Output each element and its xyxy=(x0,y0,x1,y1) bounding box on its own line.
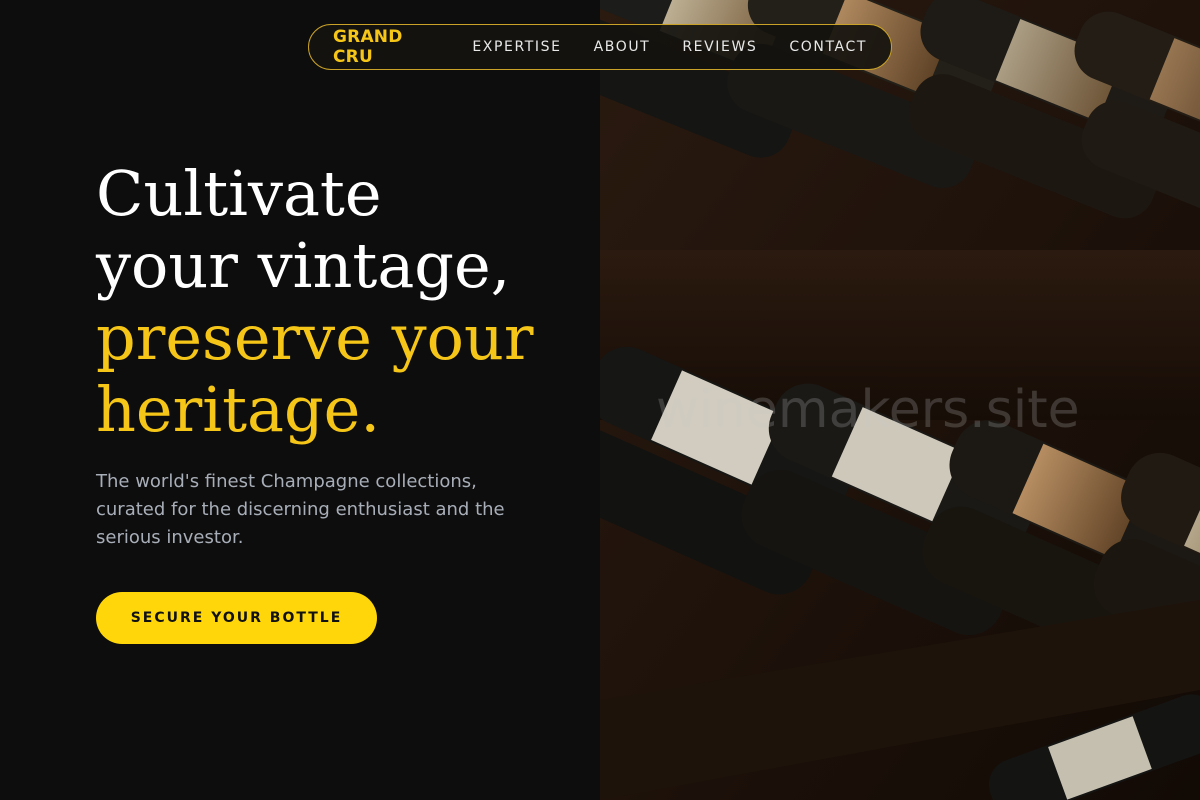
brand-logo[interactable]: GRAND CRU xyxy=(333,27,440,67)
hero-headline: Cultivate your vintage, preserve your he… xyxy=(96,158,534,446)
secure-bottle-button[interactable]: SECURE YOUR BOTTLE xyxy=(96,592,377,644)
headline-line-2: your vintage, xyxy=(96,229,511,302)
main-navbar: GRAND CRU EXPERTISE ABOUT REVIEWS CONTAC… xyxy=(308,24,892,70)
nav-link-reviews[interactable]: REVIEWS xyxy=(682,39,757,55)
nav-link-about[interactable]: ABOUT xyxy=(594,39,651,55)
headline-line-1: Cultivate xyxy=(96,157,382,230)
headline-accent-line-2: heritage. xyxy=(96,373,381,446)
watermark-text: winemakers.site xyxy=(656,380,1080,440)
nav-link-expertise[interactable]: EXPERTISE xyxy=(472,39,561,55)
headline-accent-line-1: preserve your xyxy=(96,301,534,374)
nav-link-contact[interactable]: CONTACT xyxy=(789,39,867,55)
hero-subtitle: The world's finest Champagne collections… xyxy=(96,471,505,548)
